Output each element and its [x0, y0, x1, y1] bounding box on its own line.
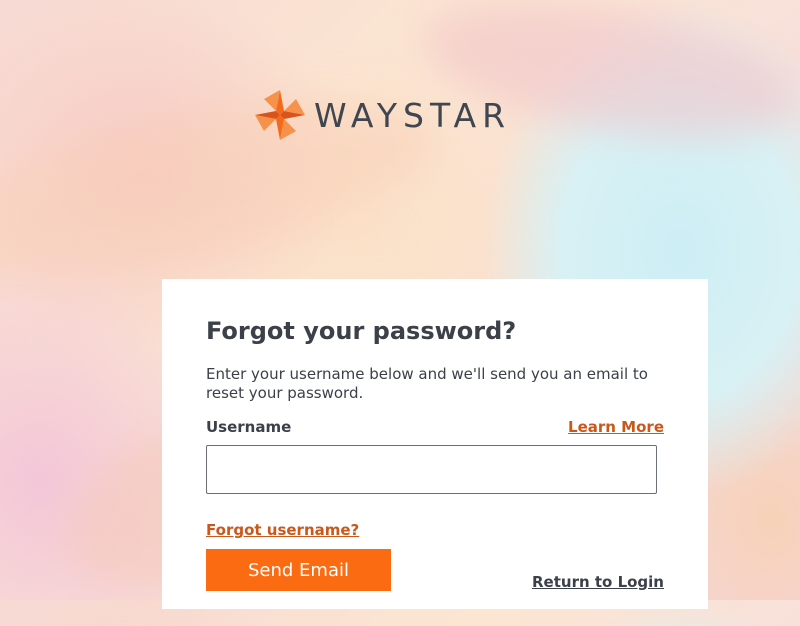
waystar-logo: WAYSTAR — [254, 89, 511, 141]
logo-wordmark: WAYSTAR — [314, 95, 512, 135]
username-input[interactable] — [206, 445, 657, 494]
send-email-button[interactable]: Send Email — [206, 549, 391, 591]
forgot-username-link[interactable]: Forgot username? — [206, 521, 359, 539]
username-label: Username — [206, 418, 292, 436]
page-title: Forgot your password? — [206, 317, 517, 345]
forgot-password-card: Forgot your password? Enter your usernam… — [162, 279, 708, 609]
waystar-star-icon — [255, 90, 305, 140]
return-to-login-link[interactable]: Return to Login — [532, 573, 664, 591]
instructions-text: Enter your username below and we'll send… — [206, 365, 648, 402]
learn-more-link[interactable]: Learn More — [568, 418, 664, 436]
